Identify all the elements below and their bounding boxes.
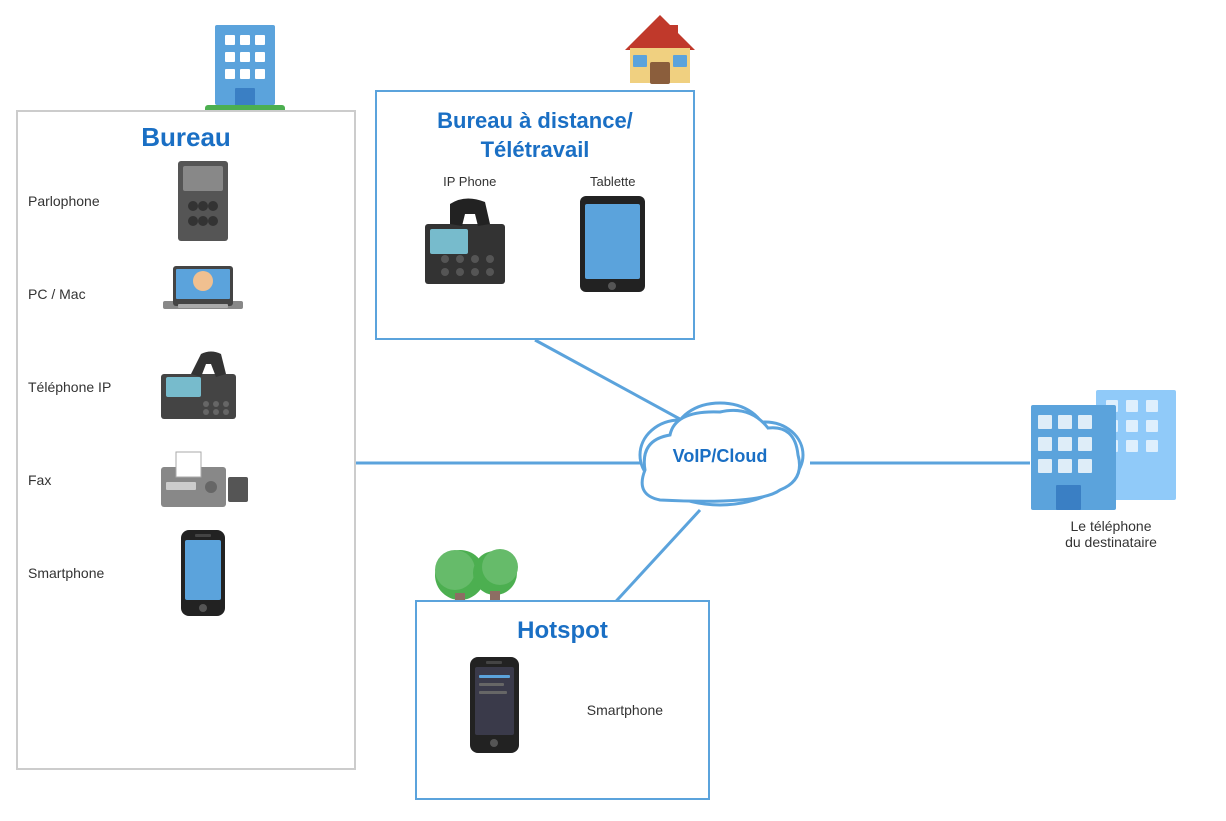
house-icon (620, 10, 700, 85)
hotspot-content: Smartphone (432, 655, 693, 765)
pc-icon (153, 256, 253, 331)
bureau-building-icon (200, 10, 290, 120)
bureau-item-smartphone: Smartphone (28, 535, 344, 610)
voip-cloud: VoIP/Cloud (620, 390, 820, 520)
remote-ip-phone-label: IP Phone (443, 174, 496, 189)
hotspot-smartphone-icon (462, 655, 527, 765)
remote-office-box: Bureau à distance/Télétravail IP Phone (375, 90, 695, 340)
bureau-title: Bureau (28, 122, 344, 153)
smartphone-bureau-label: Smartphone (28, 565, 138, 581)
parlophone-icon (153, 163, 253, 238)
smartphone-bureau-icon (153, 535, 253, 610)
hotspot-title: Hotspot (432, 617, 693, 645)
parlophone-label: Parlophone (28, 193, 138, 209)
telephone-ip-label: Téléphone IP (28, 379, 138, 395)
remote-tablet: Tablette (575, 174, 650, 294)
destination-buildings-icon (1026, 370, 1196, 510)
pc-label: PC / Mac (28, 286, 138, 302)
bureau-item-fax: Fax (28, 442, 344, 517)
svg-text:VoIP/Cloud: VoIP/Cloud (673, 446, 768, 466)
bureau-item-parlophone: Parlophone (28, 163, 344, 238)
hotspot-smartphone-label: Smartphone (587, 702, 663, 718)
bureau-item-telephone-ip: Téléphone IP (28, 349, 344, 424)
remote-ip-phone: IP Phone (420, 174, 520, 294)
bureau-box: Bureau Parlophone PC / Mac (16, 110, 356, 770)
destination-box: Le téléphonedu destinataire (1026, 370, 1196, 550)
remote-title: Bureau à distance/Télétravail (392, 107, 678, 164)
hotspot-box: Hotspot Smartphone (415, 600, 710, 800)
telephone-ip-icon (153, 349, 253, 424)
bureau-item-pc: PC / Mac (28, 256, 344, 331)
remote-tablet-label: Tablette (590, 174, 636, 189)
fax-label: Fax (28, 472, 138, 488)
fax-icon (153, 442, 253, 517)
remote-devices: IP Phone Tablette (392, 174, 678, 294)
destination-label: Le téléphonedu destinataire (1026, 518, 1196, 550)
